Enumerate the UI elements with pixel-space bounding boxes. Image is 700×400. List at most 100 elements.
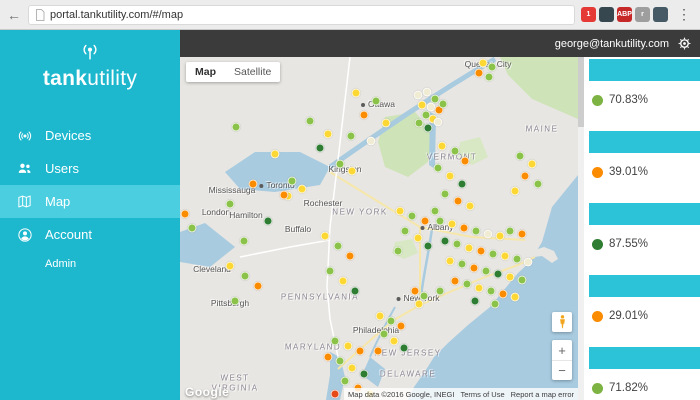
device-marker[interactable] — [482, 267, 491, 276]
device-marker[interactable] — [344, 342, 353, 351]
device-marker[interactable] — [397, 322, 406, 331]
sidebar-item-account[interactable]: Account — [0, 218, 180, 251]
device-marker[interactable] — [280, 191, 289, 200]
device-bar[interactable] — [589, 275, 700, 297]
device-bar[interactable] — [589, 347, 700, 369]
device-marker[interactable] — [499, 290, 508, 299]
device-marker[interactable] — [415, 300, 424, 309]
extension-icon[interactable]: r — [635, 7, 650, 22]
device-marker[interactable] — [181, 210, 190, 219]
device-marker[interactable] — [463, 280, 472, 289]
device-marker[interactable] — [336, 357, 345, 366]
device-marker[interactable] — [436, 287, 445, 296]
settings-gear-icon[interactable] — [677, 36, 692, 51]
device-marker[interactable] — [401, 227, 410, 236]
sidebar-item-admin[interactable]: Admin — [0, 251, 180, 277]
device-marker[interactable] — [524, 258, 533, 267]
device-bar[interactable] — [589, 131, 700, 153]
zoom-in-button[interactable]: + — [552, 340, 572, 360]
device-marker[interactable] — [324, 353, 333, 362]
device-marker[interactable] — [471, 297, 480, 306]
device-marker[interactable] — [446, 257, 455, 266]
device-marker[interactable] — [360, 370, 369, 379]
device-marker[interactable] — [460, 224, 469, 233]
sidebar-item-devices[interactable]: Devices — [0, 119, 180, 152]
device-marker[interactable] — [374, 347, 383, 356]
device-marker[interactable] — [240, 237, 249, 246]
device-marker[interactable] — [226, 262, 235, 271]
url-bar[interactable]: portal.tankutility.com/#/map — [28, 5, 575, 25]
device-marker[interactable] — [411, 287, 420, 296]
device-marker[interactable] — [431, 207, 440, 216]
device-marker[interactable] — [341, 377, 350, 386]
device-marker[interactable] — [465, 244, 474, 253]
device-marker[interactable] — [414, 234, 423, 243]
device-marker[interactable] — [331, 337, 340, 346]
device-bar[interactable] — [589, 59, 700, 81]
device-marker[interactable] — [534, 180, 543, 189]
device-marker[interactable] — [446, 172, 455, 181]
device-marker[interactable] — [472, 227, 481, 236]
device-marker[interactable] — [511, 187, 520, 196]
device-marker[interactable] — [451, 147, 460, 156]
device-marker[interactable] — [372, 97, 381, 106]
device-marker[interactable] — [352, 89, 361, 98]
device-marker[interactable] — [348, 167, 357, 176]
device-marker[interactable] — [264, 217, 273, 226]
sidebar-item-users[interactable]: Users — [0, 152, 180, 185]
device-marker[interactable] — [394, 247, 403, 256]
device-marker[interactable] — [494, 270, 503, 279]
device-marker[interactable] — [396, 207, 405, 216]
device-marker[interactable] — [421, 217, 430, 226]
device-marker[interactable] — [367, 137, 376, 146]
device-marker[interactable] — [485, 73, 494, 82]
satellite-view-button[interactable]: Satellite — [225, 62, 280, 82]
device-marker[interactable] — [188, 224, 197, 233]
device-marker[interactable] — [461, 157, 470, 166]
device-marker[interactable] — [408, 212, 417, 221]
browser-menu-icon[interactable]: ⋮ — [674, 6, 694, 23]
map-view-button[interactable]: Map — [186, 62, 225, 82]
device-marker[interactable] — [249, 180, 258, 189]
device-marker[interactable] — [423, 88, 432, 97]
device-marker[interactable] — [487, 287, 496, 296]
device-marker[interactable] — [458, 260, 467, 269]
device-marker[interactable] — [528, 160, 537, 169]
device-marker[interactable] — [511, 293, 520, 302]
device-marker[interactable] — [453, 240, 462, 249]
device-marker[interactable] — [347, 132, 356, 141]
device-marker[interactable] — [390, 337, 399, 346]
device-marker[interactable] — [438, 142, 447, 151]
device-marker[interactable] — [288, 177, 297, 186]
device-marker[interactable] — [254, 282, 263, 291]
device-marker[interactable] — [506, 227, 515, 236]
device-marker[interactable] — [496, 232, 505, 241]
device-marker[interactable] — [387, 317, 396, 326]
device-marker[interactable] — [376, 312, 385, 321]
device-marker[interactable] — [232, 123, 241, 132]
device-marker[interactable] — [434, 164, 443, 173]
device-marker[interactable] — [226, 200, 235, 209]
device-marker[interactable] — [489, 250, 498, 259]
device-marker[interactable] — [306, 117, 315, 126]
device-marker[interactable] — [298, 185, 307, 194]
device-marker[interactable] — [360, 111, 369, 120]
device-marker[interactable] — [321, 232, 330, 241]
street-view-pegman-button[interactable] — [552, 312, 572, 332]
extension-icon[interactable] — [653, 7, 668, 22]
device-marker[interactable] — [380, 330, 389, 339]
device-marker[interactable] — [351, 287, 360, 296]
device-marker[interactable] — [382, 119, 391, 128]
device-marker[interactable] — [439, 100, 448, 109]
device-marker[interactable] — [513, 255, 522, 264]
device-marker[interactable] — [477, 247, 486, 256]
device-marker[interactable] — [479, 59, 488, 68]
terms-of-use-link[interactable]: Terms of Use — [460, 390, 504, 399]
device-marker[interactable] — [475, 284, 484, 293]
device-marker[interactable] — [475, 69, 484, 78]
device-marker[interactable] — [316, 144, 325, 153]
sidebar-item-map[interactable]: Map — [0, 185, 180, 218]
map-canvas[interactable]: Quebec CityMAINEOttawaVERMONTKingstonTor… — [180, 57, 578, 400]
device-marker[interactable] — [271, 150, 280, 159]
device-marker[interactable] — [488, 63, 497, 72]
